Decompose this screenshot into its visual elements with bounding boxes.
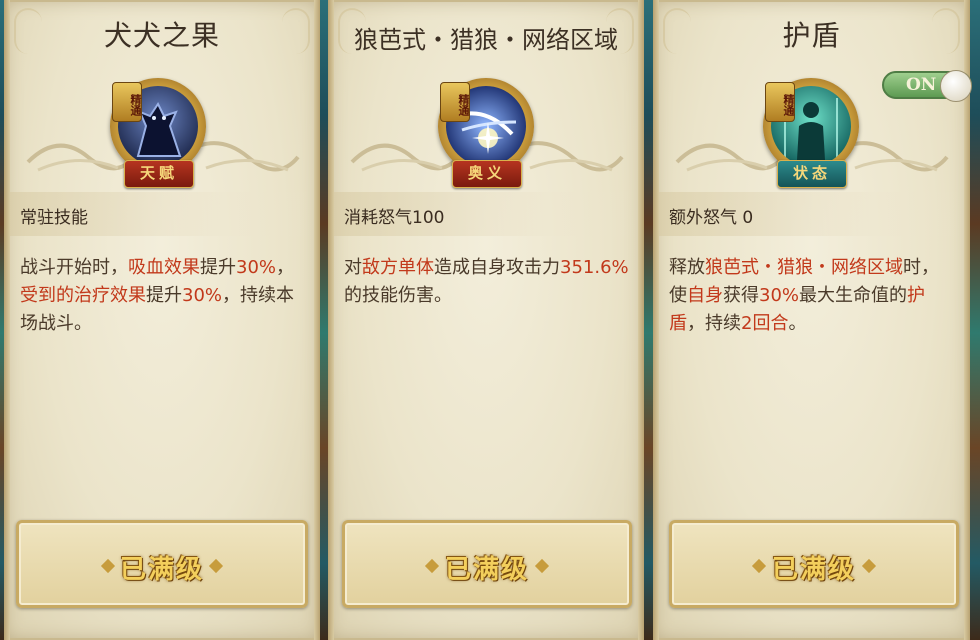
description-text: 提升 <box>200 257 236 278</box>
description-text: 提升 <box>146 285 182 306</box>
card-edge <box>328 0 334 640</box>
highlight-text: 自身 <box>687 285 723 306</box>
skill-card-talent: 犬犬之果 精通 天赋 常驻技能 战斗开始时，吸血效果提升30%，受到的治疗效果提… <box>4 0 320 640</box>
skill-sublabel: 额外怒气 0 <box>669 208 754 228</box>
highlight-text: 敌方单体 <box>362 257 434 278</box>
max-level-button[interactable]: 已满级 <box>16 520 308 608</box>
card-edge <box>314 0 320 640</box>
max-level-button[interactable]: 已满级 <box>342 520 632 608</box>
skill-description: 释放狼芭式・猎狼・网络区域时，使自身获得30%最大生命值的护盾，持续2回合。 <box>669 254 956 338</box>
highlight-text: 2回合 <box>741 313 789 334</box>
highlight-text: 狼芭式・猎狼・网络区域 <box>705 257 903 278</box>
background-strip-middle-right <box>643 0 653 640</box>
mastery-tag: 精通 <box>440 82 470 122</box>
skill-type-tag: 状态 <box>777 160 847 188</box>
description-text: ， <box>276 257 295 278</box>
description-text: 的技能伤害。 <box>344 285 452 306</box>
max-level-label: 已满级 <box>771 555 856 585</box>
highlight-text: 吸血效果 <box>128 257 200 278</box>
max-level-label: 已满级 <box>444 555 529 585</box>
toggle-label: ON <box>906 75 937 95</box>
max-level-label: 已满级 <box>119 555 204 585</box>
mastery-tag: 精通 <box>112 82 142 122</box>
card-edge <box>638 0 644 640</box>
skill-type-tag: 天赋 <box>124 160 194 188</box>
on-off-toggle[interactable]: ON <box>882 70 972 102</box>
max-level-button[interactable]: 已满级 <box>669 520 959 608</box>
card-edge <box>4 0 10 640</box>
skill-sublabel: 消耗怒气100 <box>344 208 445 228</box>
description-text: 最大生命值的 <box>799 285 908 306</box>
skill-title: 狼芭式・猎狼・网络区域 <box>354 26 618 54</box>
highlight-text: 30% <box>759 285 800 306</box>
skill-title: 犬犬之果 <box>103 19 220 52</box>
skill-type-tag: 奥义 <box>452 160 522 188</box>
skill-description: 战斗开始时，吸血效果提升30%，受到的治疗效果提升30%，持续本场战斗。 <box>20 254 306 338</box>
description-text: 释放 <box>669 257 705 278</box>
description-text: 获得 <box>723 285 759 306</box>
skill-card-ultimate: 狼芭式・猎狼・网络区域 精通 奥义 消耗怒气100 对敌方单体造成自身攻击力35… <box>328 0 644 640</box>
highlight-text: 30% <box>236 257 277 278</box>
highlight-text: 30% <box>182 285 223 306</box>
card-edge <box>653 0 659 640</box>
skill-title: 护盾 <box>782 19 841 52</box>
mastery-tag: 精通 <box>765 82 795 122</box>
description-text: 对 <box>344 257 362 278</box>
description-text: 造成自身攻击力 <box>434 257 560 278</box>
description-text: ，持续 <box>687 313 741 334</box>
toggle-knob[interactable] <box>940 70 972 102</box>
skill-description: 对敌方单体造成自身攻击力351.6% 的技能伤害。 <box>344 254 630 310</box>
description-text: 。 <box>788 313 807 334</box>
background-strip-right <box>970 0 980 640</box>
description-text: 战斗开始时， <box>20 257 128 278</box>
highlight-text: 351.6% <box>560 257 629 278</box>
highlight-text: 受到的治疗效果 <box>20 285 146 306</box>
skill-sublabel: 常驻技能 <box>20 208 88 228</box>
